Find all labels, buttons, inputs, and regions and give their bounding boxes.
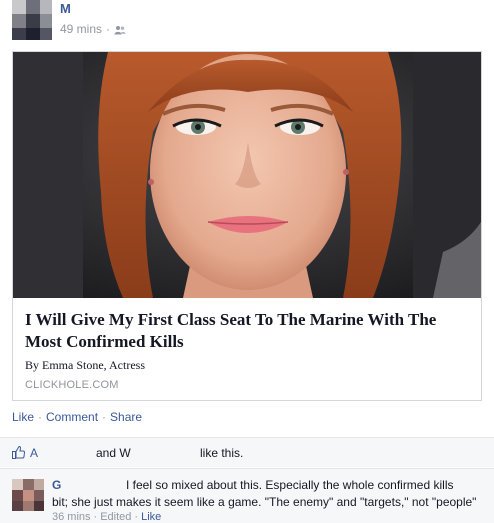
friends-icon[interactable] [114,24,126,35]
comment-meta-separator: · [93,511,98,523]
card-title[interactable]: I Will Give My First Class Seat To The M… [25,309,471,353]
comment-edited[interactable]: Edited [100,511,131,523]
commenter-name[interactable]: G [52,478,61,492]
comment-time[interactable]: 36 mins [52,511,91,523]
thumbs-up-icon [12,445,26,459]
comment-meta: 36 mins · Edited · Like [52,511,161,523]
likes-summary: A and W like this. [0,437,494,467]
liker-name-1[interactable]: A [30,446,38,460]
likes-tail-text: like this. [200,446,244,460]
post-header: M 49 mins · [12,0,482,40]
comment-meta-separator: · [134,511,139,523]
card-photo[interactable] [13,52,481,298]
post-meta: 49 mins · [60,22,126,36]
card-byline: By Emma Stone, Actress [25,358,145,372]
action-separator: · [102,410,107,424]
comment-like-link[interactable]: Like [141,511,161,523]
comment-text-line-2: bit; she just makes it seem like a game.… [52,495,477,509]
author-avatar[interactable] [12,0,52,40]
comment-text-line-1: I feel so mixed about this. Especially t… [126,478,454,492]
share-link[interactable]: Share [110,410,142,424]
commenter-avatar[interactable] [12,479,44,511]
meta-separator: · [106,22,111,36]
post-actions: Like · Comment · Share [12,410,142,424]
likes-and-text[interactable]: and W [96,446,131,460]
comment-link[interactable]: Comment [46,410,98,424]
comment-item: G I feel so mixed about this. Especially… [0,468,494,523]
card-domain: CLICKHOLE.COM [25,379,119,391]
action-separator: · [38,410,43,424]
link-preview-card[interactable]: I Will Give My First Class Seat To The M… [12,51,482,401]
like-link[interactable]: Like [12,410,34,424]
post-time[interactable]: 49 mins [60,22,102,36]
post-author-name[interactable]: M [60,1,71,16]
